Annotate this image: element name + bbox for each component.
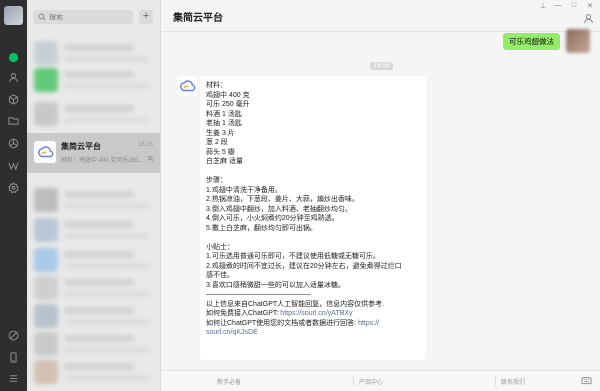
- reply-line: 小贴士：: [206, 243, 234, 251]
- reply-line: 蒜头 5 瓣: [206, 148, 235, 156]
- reply-line: 4.倒入可乐，小火焖煮约20分钟至鸡熟透。: [206, 215, 339, 222]
- message-timestamp: 16:16: [370, 62, 394, 70]
- docs-link-cont[interactable]: sourl.cn/qKJsDE: [206, 329, 258, 336]
- contacts-icon[interactable]: [6, 70, 20, 84]
- settings-icon[interactable]: [6, 180, 20, 194]
- reply-line: 1.鸡翅中清洗干净备用。: [206, 186, 282, 194]
- reply-line: 2.鸡翅煮的时间不宜过长，建议在20分钟左右，避免煮得过烂口: [206, 262, 402, 270]
- chat-avatar: [34, 141, 56, 163]
- chat-name: 集简云平台: [61, 142, 101, 151]
- bot-avatar[interactable]: [177, 76, 197, 96]
- link-label: 如何让ChatGPT使用您的文档或者数据进行回答:: [206, 319, 359, 327]
- mobile-icon[interactable]: [6, 350, 20, 364]
- chat-icon[interactable]: [6, 50, 20, 64]
- list-item[interactable]: [27, 352, 160, 391]
- add-button[interactable]: +: [139, 10, 153, 24]
- conversation-header: 集简云平台 ⊥ — □ ✕: [161, 0, 600, 32]
- close-button[interactable]: ✕: [585, 2, 595, 10]
- search-input[interactable]: [49, 13, 129, 21]
- chat-list: + 集简云平台 16:16 材料：鸡翅中 400 克可乐250...: [27, 0, 161, 391]
- reply-line: 白芝麻 适量: [206, 158, 243, 165]
- minimize-button[interactable]: —: [553, 2, 563, 9]
- nav-bar: [0, 0, 27, 391]
- moments-icon[interactable]: [6, 136, 20, 150]
- maximize-button[interactable]: □: [569, 2, 579, 9]
- menu-icon[interactable]: [6, 371, 20, 385]
- link-line-2: 如何让ChatGPT使用您的文档或者数据进行回答: https://: [206, 319, 420, 329]
- miniprogram-icon[interactable]: [6, 158, 20, 172]
- reply-line: 步骤：: [206, 177, 227, 184]
- page-title: 集简云平台: [173, 13, 223, 24]
- favorites-icon[interactable]: [6, 92, 20, 106]
- reply-line: 料酒 1 汤匙: [206, 110, 242, 118]
- reply-line: 3.喜欢口感稍微甜一些的可以加入适量冰糖。: [206, 281, 345, 289]
- reply-line: 感不佳。: [206, 272, 234, 279]
- reply-line: 以上信息来自ChatGPT人工智能回复，信息内容仅供参考.: [206, 300, 385, 308]
- search-box[interactable]: [33, 10, 133, 24]
- outgoing-message[interactable]: 可乐鸡翅做法: [503, 33, 560, 50]
- service-menu: 新手必备 产品中心 联系我们: [161, 370, 600, 391]
- incoming-message[interactable]: 材料： 鸡翅中 400 克可乐 250 毫升 料酒 1 汤匙 老抽 1 汤匙 生姜 3 …: [200, 76, 426, 360]
- reply-line: 葱 2 段: [206, 139, 228, 146]
- mute-icon: [147, 155, 154, 164]
- reply-line: ———————————————: [206, 291, 311, 298]
- chat-list-item-active[interactable]: 集简云平台 16:16 材料：鸡翅中 400 克可乐250...: [27, 133, 160, 173]
- link-label: 如何免费接入ChatGPT:: [206, 310, 281, 317]
- reply-line: 可乐 250 毫升: [206, 101, 250, 108]
- reply-line: 2.热锅凉油，下葱段、姜片、大蒜，煸炒出香味。: [206, 196, 359, 203]
- reply-line: 老抽 1 汤匙: [206, 120, 242, 127]
- reply-line: 5.撒上白芝麻，翻炒均匀即可出锅。: [206, 224, 317, 232]
- reply-text: 材料： 鸡翅中 400 克可乐 250 毫升 料酒 1 汤匙 老抽 1 汤匙 生姜 3 …: [206, 81, 420, 309]
- chat-preview: 材料：鸡翅中 400 克可乐250...: [61, 158, 144, 164]
- divider: [353, 376, 354, 386]
- divider: [495, 376, 496, 386]
- my-avatar[interactable]: [566, 29, 590, 53]
- pin-icon[interactable]: ⊥: [538, 2, 548, 10]
- link-line-1: 如何免费接入ChatGPT: https://sourl.cn/yATBXy: [206, 309, 420, 319]
- docs-link[interactable]: https://: [358, 320, 379, 327]
- reply-line: [206, 233, 420, 243]
- reply-line: 材料：: [206, 82, 227, 89]
- search-icon: [38, 13, 46, 21]
- keyboard-icon[interactable]: [581, 375, 592, 386]
- menu-item-newbie[interactable]: 新手必备: [217, 377, 241, 386]
- reply-line: 鸡翅中 400 克: [206, 91, 250, 99]
- menu-item-contact[interactable]: 联系我们: [501, 377, 525, 386]
- reply-line: 1.可乐选用普通可乐即可，不建议使用低糖或无糖可乐。: [206, 253, 380, 260]
- reply-line: 生姜 3 片: [206, 129, 235, 137]
- list-item[interactable]: [27, 94, 160, 134]
- menu-item-products[interactable]: 产品中心: [359, 377, 383, 386]
- reply-line: 3.倒入鸡翅中翻炒，加入料酒、老抽翻炒均匀。: [206, 205, 352, 213]
- user-avatar[interactable]: [4, 6, 23, 25]
- folder-icon[interactable]: [6, 113, 20, 127]
- chatgpt-link[interactable]: https://sourl.cn/yATBXy: [280, 310, 352, 317]
- chat-time: 16:16: [137, 142, 153, 148]
- link-line-3: sourl.cn/qKJsDE: [206, 328, 420, 338]
- phone-icon[interactable]: [6, 328, 20, 342]
- reply-line: [206, 167, 420, 177]
- chat-info-icon[interactable]: [583, 13, 595, 25]
